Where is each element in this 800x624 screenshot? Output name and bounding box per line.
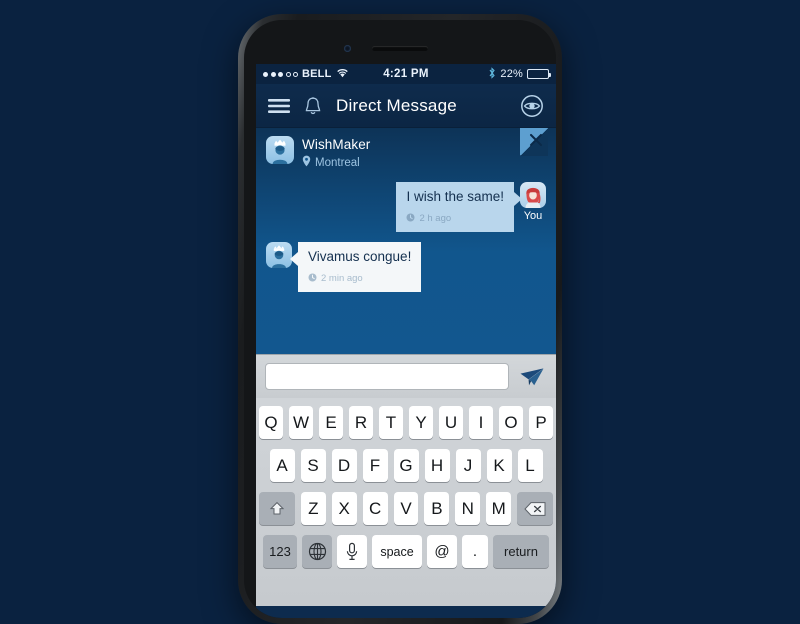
- message-timestamp: 2 h ago: [419, 212, 452, 224]
- status-bar: BELL 4:21 PM 22%: [256, 64, 556, 84]
- keyboard-row-2: A S D F G H J K L: [259, 449, 553, 482]
- front-camera-icon: [344, 45, 351, 52]
- keyboard-row-1: Q W E R T Y U I O P: [259, 406, 553, 439]
- status-bar-clock: 4:21 PM: [383, 68, 429, 80]
- bluetooth-icon: [488, 66, 496, 82]
- status-bar-right: 22%: [429, 66, 551, 82]
- space-key[interactable]: space: [372, 535, 422, 568]
- shift-key[interactable]: [258, 492, 295, 525]
- hamburger-menu-icon[interactable]: [268, 98, 290, 114]
- shift-arrow-icon: [269, 501, 285, 514]
- key-q[interactable]: Q: [259, 406, 283, 439]
- message-bubble-received[interactable]: Vivamus congue! 2 min ago: [290, 242, 422, 292]
- key-z[interactable]: Z: [300, 492, 326, 525]
- key-i[interactable]: I: [469, 406, 493, 439]
- battery-icon: [527, 69, 551, 79]
- eye-icon[interactable]: [520, 94, 544, 118]
- message-input-bar: [256, 354, 556, 398]
- key-d[interactable]: D: [331, 449, 357, 482]
- key-l[interactable]: L: [517, 449, 543, 482]
- key-j[interactable]: J: [455, 449, 481, 482]
- keyboard-row-4: 123 space @ . return: [259, 535, 553, 568]
- backspace-delete-icon: [524, 501, 546, 516]
- globe-language-icon: [308, 542, 326, 561]
- key-h[interactable]: H: [424, 449, 450, 482]
- key-x[interactable]: X: [331, 492, 357, 525]
- key-n[interactable]: N: [455, 492, 481, 525]
- message-row-outgoing: I wish the same! 2 h ago You: [266, 182, 546, 232]
- battery-percent-label: 22%: [500, 68, 523, 80]
- numbers-key[interactable]: 123: [263, 535, 297, 568]
- conversation-area: WishMaker Montreal I wish the same! 2 h …: [256, 128, 556, 354]
- key-t[interactable]: T: [379, 406, 403, 439]
- phone-screen: BELL 4:21 PM 22% Direct Message WishMake…: [256, 64, 556, 618]
- message-row-incoming: Vivamus congue! 2 min ago: [266, 242, 546, 292]
- key-a[interactable]: A: [269, 449, 295, 482]
- clock-icon: [308, 269, 317, 287]
- message-text: I wish the same!: [406, 189, 504, 204]
- key-k[interactable]: K: [486, 449, 512, 482]
- bell-icon[interactable]: [304, 96, 322, 116]
- peer-location: Montreal: [315, 157, 360, 169]
- key-r[interactable]: R: [349, 406, 373, 439]
- keyboard-row-3: Z X C V B N M: [258, 492, 554, 525]
- wifi-icon: [336, 68, 349, 81]
- key-g[interactable]: G: [393, 449, 419, 482]
- carrier-label: BELL: [302, 68, 332, 80]
- key-s[interactable]: S: [300, 449, 326, 482]
- return-key[interactable]: return: [493, 535, 549, 568]
- message-meta: 2 h ago: [406, 209, 504, 227]
- message-bubble-sent[interactable]: I wish the same! 2 h ago: [396, 182, 522, 232]
- earpiece-speaker: [372, 46, 428, 51]
- phone-device-frame: BELL 4:21 PM 22% Direct Message WishMake…: [238, 14, 562, 624]
- your-avatar[interactable]: [520, 182, 546, 208]
- you-column: You: [520, 182, 546, 222]
- you-label: You: [523, 210, 543, 222]
- key-y[interactable]: Y: [409, 406, 433, 439]
- key-m[interactable]: M: [486, 492, 512, 525]
- peer-avatar-inline[interactable]: [266, 242, 292, 268]
- period-key[interactable]: .: [462, 535, 488, 568]
- at-key[interactable]: @: [427, 535, 457, 568]
- dictation-key[interactable]: [337, 535, 367, 568]
- clock-icon: [406, 209, 415, 227]
- status-bar-left: BELL: [263, 68, 383, 81]
- phone-body: BELL 4:21 PM 22% Direct Message WishMake…: [244, 20, 556, 618]
- close-icon: [529, 133, 543, 147]
- message-text: Vivamus congue!: [308, 249, 412, 264]
- key-o[interactable]: O: [499, 406, 523, 439]
- send-button[interactable]: [517, 366, 547, 388]
- microphone-icon: [346, 542, 358, 560]
- key-v[interactable]: V: [393, 492, 419, 525]
- key-u[interactable]: U: [439, 406, 463, 439]
- close-conversation-button[interactable]: [520, 128, 548, 156]
- navigation-bar: Direct Message: [256, 84, 556, 128]
- peer-header: WishMaker Montreal: [266, 128, 548, 172]
- message-meta: 2 min ago: [308, 269, 411, 287]
- peer-info: WishMaker Montreal: [302, 136, 370, 172]
- key-b[interactable]: B: [424, 492, 450, 525]
- bubble-tail: [290, 252, 298, 266]
- key-f[interactable]: F: [362, 449, 388, 482]
- on-screen-keyboard: Q W E R T Y U I O P A S D F G H J K L Z …: [256, 398, 556, 606]
- peer-avatar[interactable]: [266, 136, 294, 164]
- key-w[interactable]: W: [289, 406, 313, 439]
- globe-key[interactable]: [302, 535, 332, 568]
- key-p[interactable]: P: [529, 406, 553, 439]
- map-pin-icon: [302, 154, 311, 172]
- peer-location-row: Montreal: [302, 154, 370, 172]
- message-input[interactable]: [265, 363, 509, 390]
- page-title: Direct Message: [336, 95, 457, 115]
- message-timestamp: 2 min ago: [321, 272, 363, 284]
- signal-strength-icon: [263, 71, 298, 77]
- backspace-key[interactable]: [517, 492, 554, 525]
- key-e[interactable]: E: [319, 406, 343, 439]
- peer-name: WishMaker: [302, 137, 371, 152]
- key-c[interactable]: C: [362, 492, 388, 525]
- paper-plane-send-icon: [520, 367, 544, 385]
